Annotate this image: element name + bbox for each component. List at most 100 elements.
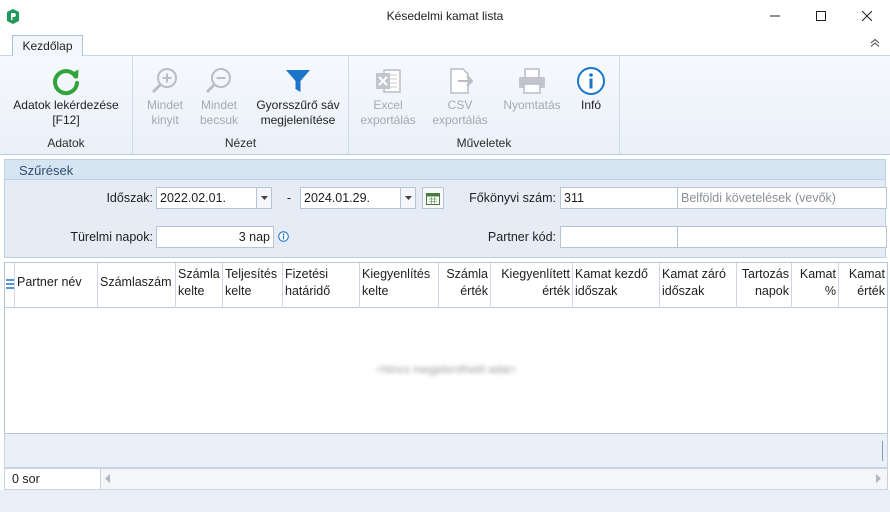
expand-label-line1: Mindet [146,98,184,112]
partner-code-label: Partner kód: [487,230,556,244]
col-label: érték [857,284,885,298]
grid-footer-panel [4,434,888,468]
partner-code-field[interactable] [560,226,678,248]
excel-label-line1: Excel [373,98,403,112]
collapse-label-line1: Mindet [200,98,238,112]
col-performance-date[interactable]: Teljesítés kelte [223,263,283,308]
splitter-handle[interactable] [882,441,883,461]
close-button[interactable] [844,0,890,32]
maximize-button[interactable] [798,0,844,32]
col-interest-start[interactable]: Kamat kezdő időszak [573,263,660,308]
filter-panel-header: Szűrések [5,160,885,180]
ledger-number-field[interactable]: 311 [560,187,678,209]
grid-header: Partner név Számlaszám Számla kelte Telj… [5,263,887,308]
filter-label-line2: megjelenítése [260,113,336,127]
col-label: Számlaszám [100,275,172,289]
title-bar: Késedelmi kamat lista [0,0,890,32]
col-label: időszak [662,284,705,298]
col-settled-value[interactable]: Kiegyenlített érték [491,263,573,308]
refresh-icon [53,69,79,96]
col-interest-end[interactable]: Kamat záró időszak [660,263,737,308]
col-label: Fizetési [285,267,329,281]
filter-label-line1: Gyorsszűrő sáv [256,98,340,112]
group-muveletek: Excel exportálás CSV exportálás Nyomtatá… [349,56,620,154]
col-partner-name[interactable]: Partner név [15,263,98,308]
empty-grid-message: <Nincs megjeleníthető adat> [375,364,517,376]
refresh-data-button[interactable]: Adatok lekérdezése [F12] [6,64,126,128]
zoom-out-icon [205,68,231,94]
csv-export-button[interactable]: CSV exportálás [430,64,490,128]
col-invoice-date[interactable]: Számla kelte [176,263,223,308]
tab-kezdolap[interactable]: Kezdőlap [12,35,83,57]
col-invoice-number[interactable]: Számlaszám [98,263,176,308]
scroll-left-icon[interactable] [105,474,111,483]
excel-export-button[interactable]: Excel exportálás [359,64,417,128]
ribbon-tab-bar: Kezdőlap [0,32,890,57]
expand-all-button[interactable]: Mindet kinyit [139,64,191,128]
col-label: Kiegyenlített [501,267,570,281]
col-label: Partner név [17,275,82,289]
ledger-name-field: Belföldi követelések (vevők) [677,187,887,209]
chevron-down-icon [260,196,268,200]
col-label: érték [542,284,570,298]
filter-panel: Szűrések Időszak: 2022.02.01. - 2024.01.… [4,159,887,258]
col-settlement-date[interactable]: Kiegyenlítés kelte [360,263,439,308]
ledger-label: Főkönyvi szám: [469,191,556,205]
group-nezet: Mindet kinyit Mindet becsuk Gyorsszűrő s… [133,56,349,154]
grace-days-label: Türelmi napok: [70,230,153,244]
print-button[interactable]: Nyomtatás [499,64,565,113]
group-title-muveletek: Műveletek [456,136,512,150]
col-label: érték [460,284,488,298]
row-count: 0 sor [5,469,101,489]
col-label: kelte [225,284,252,298]
col-label: határidő [285,284,331,298]
col-label: Kamat záró [662,267,726,281]
refresh-label-line2: [F12] [52,113,80,127]
date-from-field[interactable]: 2022.02.01. [156,187,257,209]
ribbon: Adatok lekérdezése [F12] Adatok Mindet k… [0,56,890,155]
grace-days-field[interactable]: 3 nap [156,226,274,248]
print-label: Nyomtatás [503,98,561,112]
collapse-all-button[interactable]: Mindet becsuk [193,64,245,128]
chevron-down-icon [404,196,412,200]
info-button[interactable]: Infó [571,64,611,113]
date-from-dropdown[interactable] [256,187,272,209]
col-overdue-days[interactable]: Tartozás napok [737,263,792,308]
col-label: Kamat kezdő [575,267,648,281]
ribbon-collapse-icon[interactable] [870,38,880,48]
col-label: Kiegyenlítés [362,267,431,281]
col-invoice-value[interactable]: Számla érték [439,263,491,308]
menu-icon [6,279,14,289]
col-label: Számla [178,267,220,281]
csv-export-icon [450,68,474,94]
minimize-button[interactable] [752,0,798,32]
col-due-date[interactable]: Fizetési határidő [283,263,360,308]
calendar-button[interactable] [422,187,444,209]
period-label: Időszak: [106,191,153,205]
column-chooser-button[interactable] [5,263,15,308]
group-adatok: Adatok lekérdezése [F12] Adatok [0,56,133,154]
col-label: napok [754,284,789,298]
info-icon [577,67,605,95]
col-interest-value[interactable]: Kamat érték [839,263,887,308]
csv-label-line1: CSV [447,98,473,112]
quick-filter-button[interactable]: Gyorsszűrő sáv megjelenítése [250,64,346,128]
info-small-icon[interactable] [278,231,289,242]
partner-name-field [677,226,887,248]
col-label: % [824,284,836,298]
scroll-right-icon[interactable] [875,474,881,483]
excel-icon [376,69,401,93]
col-label: Kamat [799,267,836,281]
maximize-icon [816,11,826,21]
group-title-nezet: Nézet [224,136,257,150]
status-bar: 0 sor [4,468,888,490]
date-range-dash: - [286,191,292,205]
col-label: Teljesítés [225,267,278,281]
col-label: Tartozás [741,267,789,281]
window-bottom-border [0,490,890,512]
date-to-field[interactable]: 2024.01.29. [300,187,401,209]
col-label: időszak [575,284,618,298]
col-interest-percent[interactable]: Kamat % [792,263,839,308]
info-label: Infó [580,98,601,112]
date-to-dropdown[interactable] [400,187,416,209]
